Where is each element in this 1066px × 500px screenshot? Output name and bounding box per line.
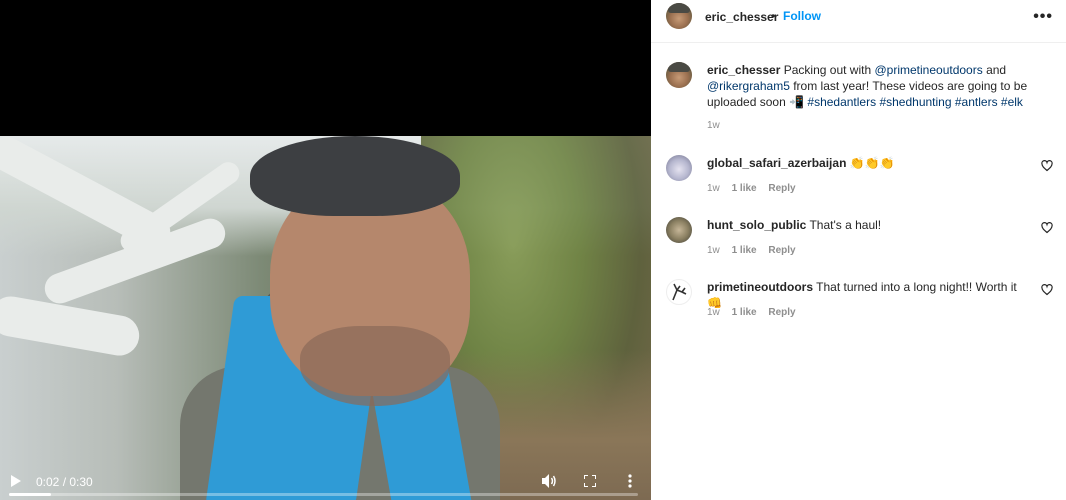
video-frame[interactable]: [0, 136, 651, 500]
heart-icon[interactable]: [1041, 222, 1053, 234]
avatar[interactable]: [666, 279, 692, 305]
video-player[interactable]: 0:02 / 0:30: [0, 0, 651, 500]
comment-username[interactable]: primetineoutdoors: [707, 280, 813, 294]
comment-meta: 1w 1 like Reply: [707, 183, 805, 194]
comment-item: hunt_solo_public That's a haul! 1w 1 lik…: [666, 214, 1056, 264]
comment-time[interactable]: 1w: [707, 183, 720, 194]
video-progress-fill: [9, 493, 52, 496]
follow-button[interactable]: Follow: [783, 9, 821, 23]
post-viewer: 0:02 / 0:30 eric_chesser • Follow ••• er…: [0, 0, 1066, 500]
caption-text-1: Packing out with: [783, 63, 872, 77]
comment-likes[interactable]: 1 like: [732, 245, 757, 256]
play-icon[interactable]: [9, 474, 23, 488]
comment-likes[interactable]: 1 like: [732, 183, 757, 194]
post-header: eric_chesser • Follow •••: [651, 0, 1066, 43]
comment-item: primetineoutdoors That turned into a lon…: [666, 276, 1056, 326]
video-controls: 0:02 / 0:30: [0, 460, 651, 500]
caption-text-2: and: [986, 63, 1007, 77]
avatar[interactable]: [666, 155, 692, 181]
comment-text: global_safari_azerbaijan 👏👏👏: [707, 155, 1027, 171]
volume-icon[interactable]: [542, 474, 558, 488]
video-time: 0:02 / 0:30: [36, 475, 93, 489]
mention-link[interactable]: @primetineoutdoors: [874, 63, 982, 77]
avatar[interactable]: [666, 3, 692, 29]
header-separator: •: [771, 9, 776, 23]
comment-time[interactable]: 1w: [707, 245, 720, 256]
header-username[interactable]: eric_chesser: [705, 10, 778, 24]
hashtag-link[interactable]: #shedhunting: [879, 95, 951, 109]
reply-button[interactable]: Reply: [768, 307, 795, 318]
caption-timestamp[interactable]: 1w: [707, 120, 720, 131]
post-sidebar: eric_chesser • Follow ••• eric_chesser P…: [651, 0, 1066, 500]
more-vertical-icon[interactable]: [625, 474, 635, 488]
mention-link[interactable]: @rikergraham5: [707, 79, 790, 93]
hashtag-link[interactable]: #elk: [1001, 95, 1023, 109]
avatar[interactable]: [666, 217, 692, 243]
avatar-cap: [668, 3, 690, 13]
heart-icon[interactable]: [1041, 284, 1053, 296]
cap-shape: [250, 136, 460, 216]
reply-button[interactable]: Reply: [768, 245, 795, 256]
comment-text: hunt_solo_public That's a haul!: [707, 217, 1027, 233]
comment-meta: 1w 1 like Reply: [707, 307, 805, 318]
avatar-cap: [668, 62, 690, 72]
caption-username[interactable]: eric_chesser: [707, 63, 780, 77]
comment-likes[interactable]: 1 like: [732, 307, 757, 318]
fullscreen-icon[interactable]: [583, 474, 597, 488]
beard-shape: [300, 326, 450, 406]
comment-username[interactable]: global_safari_azerbaijan: [707, 156, 846, 170]
video-progress-bar[interactable]: [9, 493, 638, 496]
comment-time[interactable]: 1w: [707, 307, 720, 318]
comment-body: 👏👏👏: [849, 156, 895, 170]
more-options-icon[interactable]: •••: [1033, 8, 1053, 26]
antler-logo-icon: [672, 283, 687, 301]
comment-body: That's a haul!: [809, 218, 882, 232]
comment-body: That turned into a long night!! Worth it: [816, 280, 1017, 294]
video-subject: [180, 136, 500, 500]
comment-meta: 1w 1 like Reply: [707, 245, 805, 256]
reply-button[interactable]: Reply: [768, 183, 795, 194]
caption-text: eric_chesser Packing out with @primetine…: [707, 62, 1047, 110]
comment-username[interactable]: hunt_solo_public: [707, 218, 806, 232]
antler-shape: [0, 293, 143, 359]
avatar[interactable]: [666, 62, 692, 88]
hashtag-link[interactable]: #shedantlers: [807, 95, 876, 109]
comment-item: global_safari_azerbaijan 👏👏👏 1w 1 like R…: [666, 152, 1056, 202]
phone-emoji: 📲: [789, 95, 805, 109]
hashtag-link[interactable]: #antlers: [955, 95, 998, 109]
heart-icon[interactable]: [1041, 160, 1053, 172]
